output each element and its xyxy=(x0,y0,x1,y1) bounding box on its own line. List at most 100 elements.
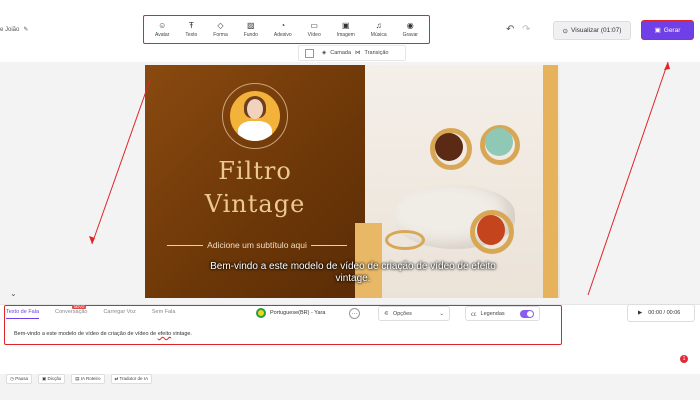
undo-icon[interactable]: ↶ xyxy=(506,24,514,35)
generate-label: Gerar xyxy=(663,26,681,34)
video-canvas[interactable]: Filtro Vintage Adicione um subtítulo aqu… xyxy=(145,65,560,298)
diction-label: Dicção xyxy=(47,376,62,381)
transition-icon: ⋈ xyxy=(355,50,361,56)
color-swatch[interactable] xyxy=(305,48,314,58)
tool-label: Vídeo xyxy=(307,32,321,38)
tab-upload-voice[interactable]: Carregar Voz xyxy=(103,309,135,319)
sliders-icon: ⚟ xyxy=(384,310,389,317)
shape-icon: ◇ xyxy=(217,21,224,30)
pause-label: Pausa xyxy=(15,376,28,381)
ai-script-label: IA Roteiro xyxy=(80,376,101,381)
arrowhead-right xyxy=(664,62,670,70)
sticker-icon: ◔ xyxy=(280,21,286,30)
preview-button[interactable]: ⊙ Visualizar (01:07) xyxy=(553,21,631,40)
pause-button[interactable]: ◷ Pausa xyxy=(6,374,32,384)
slide-title-line2[interactable]: Vintage xyxy=(145,190,365,218)
preview-label: Visualizar (01:07) xyxy=(570,27,622,34)
tab-speech-text[interactable]: Texto de Fala xyxy=(6,309,40,319)
subtitles-label: Legendas xyxy=(480,310,505,317)
tool-avatar[interactable]: ☺ Avatar xyxy=(155,21,169,38)
tab-conversation[interactable]: Conversação xyxy=(55,309,87,319)
project-title[interactable]: e Joião ✎ xyxy=(0,26,28,34)
subtitles-control: ㏄ Legendas xyxy=(465,306,540,321)
slide-subtitle[interactable]: Adicione um subtítulo aqui xyxy=(167,240,348,250)
generate-button[interactable]: ▣ Gerar xyxy=(641,20,694,40)
background-icon: ▨ xyxy=(247,21,255,30)
misspelled-word: efeito xyxy=(157,331,172,337)
new-badge: NOVO xyxy=(72,305,87,309)
more-icon[interactable]: … xyxy=(349,308,360,319)
record-icon: ◉ xyxy=(406,21,414,30)
player-time: 00:00 / 00:06 xyxy=(648,310,681,316)
tool-label: Texto xyxy=(185,32,198,38)
tool-text[interactable]: Ŧ Texto xyxy=(185,21,197,38)
brazil-flag-icon xyxy=(256,308,266,318)
ai-translator-button[interactable]: ⇄ Tradutor de IA xyxy=(110,374,153,384)
ring-shape xyxy=(385,230,425,250)
speech-actions: ◷ Pausa ▣ Dicção ▤ IA Roteiro ⇄ Tradutor… xyxy=(6,374,153,384)
divider xyxy=(310,244,348,246)
tool-video[interactable]: ▭ Vídeo xyxy=(308,21,321,38)
arrowhead-left xyxy=(89,236,95,244)
text-icon: Ŧ xyxy=(188,21,194,30)
ai-script-button[interactable]: ▤ IA Roteiro xyxy=(71,374,105,384)
subtitle-text: Adicione um subtítulo aqui xyxy=(207,240,307,250)
slide-caption[interactable]: Bem-vindo a este modelo de vídeo de cria… xyxy=(203,261,503,285)
redo-icon[interactable]: ↷ xyxy=(522,24,530,35)
tool-label: Adesivo xyxy=(273,32,292,38)
element-toolbar: ☺ Avatar Ŧ Texto ◇ Forma ▨ Fundo ◔ Adesivo ▭ V… xyxy=(143,15,430,44)
music-icon: ♫ xyxy=(375,21,382,30)
speech-tabs: Texto de Fala Conversação Carregar Voz S… xyxy=(6,309,175,319)
options-label: Opções xyxy=(392,310,412,317)
speech-text-end: vintage. xyxy=(171,331,192,337)
speech-text-start: Bem-vindo a este modelo de vídeo de cria… xyxy=(14,331,158,337)
layer-button[interactable]: Camada xyxy=(330,50,351,56)
tool-label: Forma xyxy=(213,32,228,38)
tool-sticker[interactable]: ◔ Adesivo xyxy=(274,21,292,38)
play-icon[interactable]: ▶ xyxy=(638,310,642,316)
chevron-down-icon: ⌄ xyxy=(439,310,444,317)
tool-image[interactable]: ▣ Imagem xyxy=(337,21,355,38)
project-title-text: e Joião xyxy=(0,26,20,33)
image-icon: ▣ xyxy=(341,21,350,30)
voice-label: Portuguese(BR) - Yara xyxy=(270,310,326,316)
tool-label: Avatar xyxy=(154,32,170,38)
divider xyxy=(167,244,204,246)
ai-translator-label: Tradutor de IA xyxy=(119,376,149,381)
annotation-arrow-left xyxy=(91,79,151,245)
subtitles-toggle[interactable] xyxy=(520,309,534,318)
tool-label: Gravar xyxy=(402,32,418,38)
avatar[interactable] xyxy=(230,91,280,141)
tab-no-speech[interactable]: Sem Fala xyxy=(152,309,176,319)
tool-label: Imagem xyxy=(336,32,355,38)
diction-button[interactable]: ▣ Dicção xyxy=(37,374,66,384)
notification-badge[interactable]: 1 xyxy=(680,355,688,363)
red-gem xyxy=(477,215,505,245)
slide-title-line1[interactable]: Filtro xyxy=(145,157,365,185)
voice-selector[interactable]: Portuguese(BR) - Yara xyxy=(256,308,325,318)
pencil-icon[interactable]: ✎ xyxy=(23,26,28,33)
play-circle-icon: ⊙ xyxy=(562,27,568,35)
scene-subbar: ◈ Camada ⋈ Transição xyxy=(298,45,406,61)
avatar-face xyxy=(247,99,263,119)
chevron-down-icon[interactable]: ⌄ xyxy=(10,289,17,298)
avatar-body xyxy=(238,121,272,141)
tool-music[interactable]: ♫ Música xyxy=(371,21,387,38)
options-dropdown[interactable]: ⚟ Opções ⌄ xyxy=(378,306,450,321)
speech-textarea[interactable]: Bem-vindo a este modelo de vídeo de cria… xyxy=(14,331,192,337)
video-icon: ▭ xyxy=(310,21,318,30)
transition-button[interactable]: Transição xyxy=(365,50,389,56)
avatar-icon: ☺ xyxy=(158,21,167,30)
gold-bar xyxy=(543,65,558,298)
dark-gem xyxy=(435,133,463,161)
audio-player: ▶ 00:00 / 00:06 xyxy=(627,304,695,322)
generate-icon: ▣ xyxy=(654,27,661,34)
tool-record[interactable]: ◉ Gravar xyxy=(403,21,418,38)
tool-label: Fundo xyxy=(243,32,258,38)
tool-shape[interactable]: ◇ Forma xyxy=(213,21,227,38)
tool-label: Música xyxy=(370,32,387,38)
cc-icon: ㏄ xyxy=(471,311,477,318)
annotation-arrow-right xyxy=(587,61,669,296)
tool-background[interactable]: ▨ Fundo xyxy=(244,21,258,38)
layers-icon: ◈ xyxy=(322,50,327,56)
